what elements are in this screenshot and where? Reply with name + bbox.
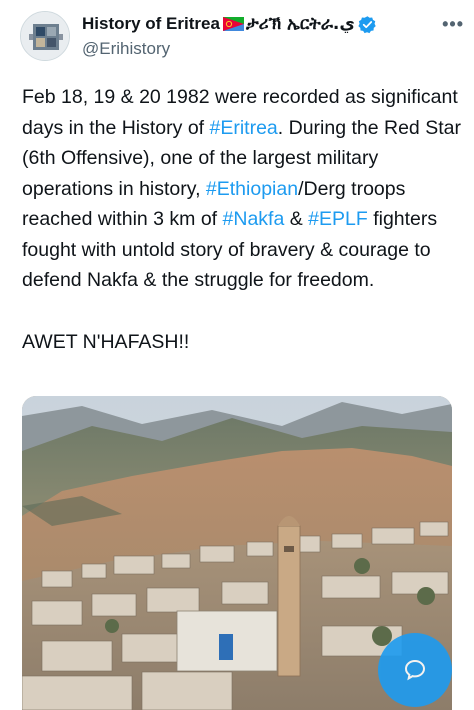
tweet-body: Feb 18, 19 & 20 1982 were recorded as si… — [22, 82, 462, 296]
reply-bubble-icon — [404, 659, 426, 681]
arabic-mark: ي — [339, 14, 355, 34]
hashtag-link[interactable]: #Nakfa — [223, 208, 285, 230]
ethiopic-name: ታሪኽ ኤርትራ. — [245, 14, 340, 34]
tweet-text-segment: & — [284, 208, 309, 230]
tweet-header: History of Eritrea ታሪኽ ኤርትራ. ي @Erihisto… — [20, 8, 463, 68]
hashtag-link[interactable]: #EPLF — [308, 208, 368, 230]
account-names: History of Eritrea ታሪኽ ኤርትራ. ي @Erihisto… — [82, 12, 377, 59]
hashtag-link[interactable]: #Ethiopian — [206, 178, 298, 200]
more-dots-icon[interactable]: ••• — [442, 14, 464, 35]
display-name-row[interactable]: History of Eritrea ታሪኽ ኤርትራ. ي — [82, 12, 377, 36]
display-name[interactable]: History of Eritrea — [82, 14, 220, 34]
avatar-image — [21, 12, 69, 60]
account-handle[interactable]: @Erihistory — [82, 39, 377, 59]
verified-badge-icon — [358, 15, 377, 34]
eritrea-flag-icon — [222, 17, 244, 31]
reply-fab[interactable] — [378, 633, 452, 707]
tweet-text: Feb 18, 19 & 20 1982 were recorded as si… — [22, 82, 462, 357]
tweet-closing-line: AWET N'HAFASH!! — [22, 330, 190, 353]
avatar[interactable] — [20, 11, 70, 61]
hashtag-link[interactable]: #Eritrea — [210, 117, 278, 139]
